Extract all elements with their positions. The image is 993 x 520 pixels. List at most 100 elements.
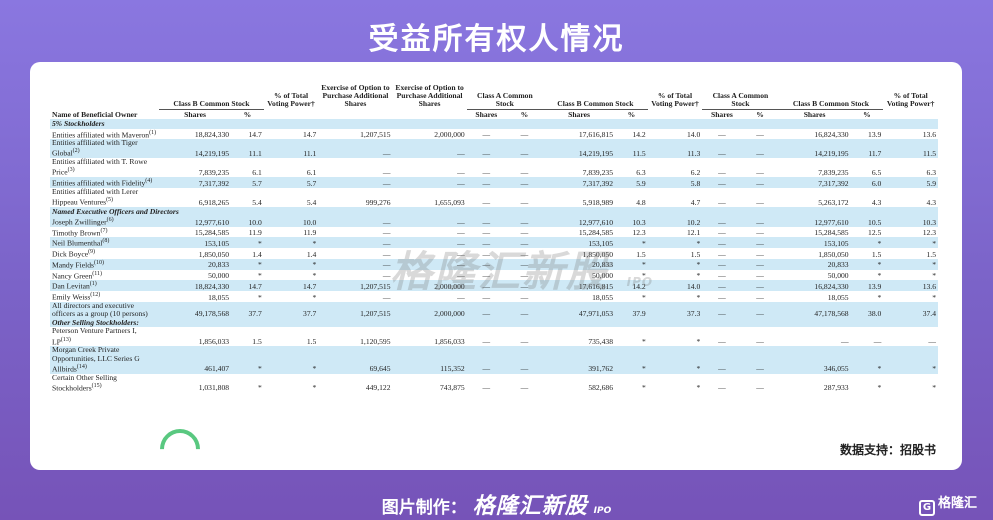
- table-cell: 69,645: [318, 346, 393, 374]
- table-cell: —: [702, 139, 742, 159]
- section-label: Named Executive Officers and Directors: [50, 206, 938, 216]
- table-cell: 12,977,610: [778, 216, 851, 227]
- header-shares-4: Shares: [702, 109, 742, 120]
- table-cell: *: [850, 237, 884, 249]
- table-cell: 5.9: [615, 177, 648, 188]
- table-cell: 12.5: [868, 228, 882, 238]
- table-cell: 7,317,392: [543, 177, 615, 188]
- owner-name: Dan Levitan: [52, 281, 90, 291]
- table-cell: —: [718, 337, 726, 347]
- table-cell: 391,762: [543, 346, 615, 374]
- footnote-marker: (3): [67, 167, 75, 174]
- header-class-b-1: Class B Common Stock: [159, 84, 264, 111]
- table-cell: 1.5: [871, 249, 882, 259]
- table-cell: 14.7: [231, 280, 264, 292]
- table-cell: *: [932, 292, 936, 302]
- header-shares-2: Shares: [466, 109, 506, 120]
- table-cell: *: [883, 258, 938, 270]
- table-cell: 1,207,515: [318, 301, 393, 319]
- table-cell: —: [741, 139, 779, 159]
- table-cell: —: [718, 292, 726, 302]
- table-cell: —: [382, 249, 391, 259]
- header-class-b-2: Class B Common Stock: [543, 84, 648, 111]
- table-cell: 50,000: [208, 271, 230, 281]
- table-cell: 10.0: [263, 216, 319, 227]
- table-cell: —: [718, 228, 726, 238]
- table-cell: 449,122: [365, 383, 391, 393]
- table-cell: —: [756, 383, 764, 393]
- table-row: Morgan Creek Private Opportunities, LLC …: [50, 346, 938, 374]
- table-cell: —: [756, 228, 764, 238]
- table-cell: —: [318, 139, 393, 159]
- table-cell: 1,850,050: [818, 249, 849, 259]
- table-cell: 13.6: [883, 280, 938, 292]
- footnote-marker: (14): [76, 363, 87, 370]
- table-cell: 6.3: [926, 167, 937, 177]
- table-cell: 10.2: [647, 216, 703, 227]
- table-cell: 18,055: [208, 292, 230, 302]
- table-cell: —: [505, 301, 544, 319]
- table-cell: —: [741, 280, 779, 292]
- table-cell: *: [696, 292, 701, 302]
- header-pct-4: %: [741, 109, 779, 120]
- table-cell: *: [231, 346, 264, 374]
- table-cell: 1,207,515: [318, 280, 393, 292]
- table-cell: 11.1: [231, 139, 264, 159]
- table-cell: *: [263, 237, 319, 249]
- table-cell: 1.4: [306, 249, 317, 259]
- table-cell: 461,407: [159, 346, 232, 374]
- table-cell: 1,856,033: [198, 337, 230, 347]
- table-cell: 6.0: [850, 177, 884, 188]
- table-cell: —: [392, 177, 467, 188]
- table-cell: 1,856,033: [434, 337, 465, 347]
- table-cell: —: [741, 237, 779, 249]
- header-pct-5: %: [850, 109, 884, 120]
- table-cell: 346,055: [778, 346, 851, 374]
- table-cell: —: [318, 258, 393, 270]
- table-cell: —: [718, 249, 726, 259]
- owner-name: Nancy Green: [52, 271, 93, 281]
- owner-name-cell: Mandy Fields(10): [50, 258, 160, 270]
- table-cell: 13.6: [922, 130, 936, 140]
- table-cell: 18,824,330: [194, 130, 230, 140]
- footnote-marker: (12): [90, 292, 101, 299]
- table-cell: 11.3: [647, 139, 703, 159]
- table-cell: 743,875: [439, 383, 465, 393]
- table-header-row-2: Name of Beneficial Owner Shares % Shares…: [50, 109, 938, 120]
- table-cell: 15,284,585: [578, 228, 613, 238]
- table-cell: —: [741, 177, 779, 188]
- table-cell: 16,824,330: [814, 130, 849, 140]
- table-cell: —: [756, 271, 764, 281]
- footnote-marker: (13): [60, 336, 71, 343]
- table-row: Peterson Venture Partners I, LP(13) 1,856…: [50, 327, 938, 346]
- table-cell: 10.3: [883, 216, 938, 227]
- table-cell: 10.3: [615, 216, 648, 227]
- table-cell: 1,655,093: [434, 197, 465, 207]
- section-label: 5% Stockholders: [50, 119, 938, 129]
- table-cell: *: [850, 258, 884, 270]
- owner-name-cell: Dan Levitan(1): [50, 280, 160, 292]
- table-cell: *: [231, 258, 264, 270]
- table-cell: 153,105: [159, 237, 232, 249]
- table-cell: *: [231, 237, 264, 249]
- table-cell: —: [841, 337, 849, 347]
- table-row: Entities affiliated with Tiger Global(2)…: [50, 139, 938, 159]
- watermark-suffix: IPO: [626, 275, 654, 289]
- table-cell: 4.3: [871, 197, 882, 207]
- owner-name-cell: All directors and executive officers as …: [50, 301, 160, 319]
- table-cell: —: [457, 228, 465, 238]
- table-cell: 5.7: [263, 177, 319, 188]
- section-label: Other Selling Stockholders:: [50, 318, 938, 328]
- table-row: Certain Other Selling Stockholders(15) 1,…: [50, 373, 938, 393]
- footnote-marker: (1): [89, 281, 97, 288]
- table-cell: *: [877, 383, 882, 393]
- header-class-a-1: Class A Common Stock: [466, 84, 544, 111]
- table-cell: —: [520, 197, 529, 207]
- table-cell: —: [466, 216, 506, 227]
- table-cell: 5.7: [231, 177, 264, 188]
- table-cell: *: [263, 346, 319, 374]
- table-cell: *: [641, 337, 646, 347]
- table-cell: 13.9: [868, 130, 882, 140]
- header-voting-3: % of Total Voting Power†: [886, 91, 935, 109]
- table-cell: —: [382, 292, 391, 302]
